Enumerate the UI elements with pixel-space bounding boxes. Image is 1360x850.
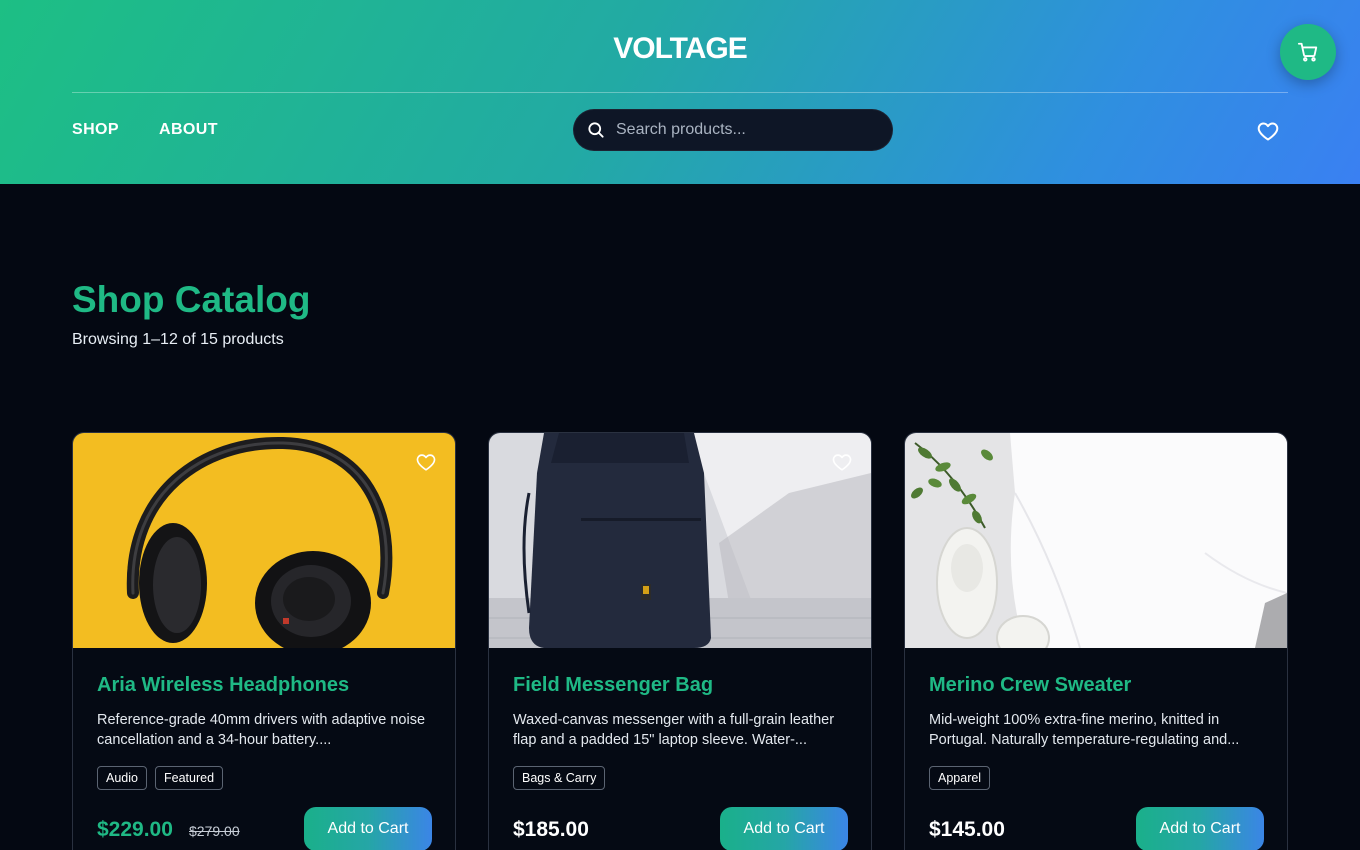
wishlist-button[interactable] [1256, 119, 1280, 143]
add-to-cart-button[interactable]: Add to Cart [1136, 807, 1264, 850]
product-description: Mid-weight 100% extra-fine merino, knitt… [929, 712, 1240, 748]
tag-featured[interactable]: Featured [154, 766, 224, 790]
header-divider [72, 92, 1288, 93]
product-price: $145.00 [929, 818, 1005, 841]
product-card[interactable]: Field Messenger Bag Waxed-canvas messeng… [488, 432, 872, 850]
product-image[interactable] [73, 433, 455, 648]
product-old-price: $279.00 [189, 823, 240, 839]
product-tags: Apparel [929, 766, 991, 790]
page-title: Shop Catalog [72, 279, 311, 320]
nav-shop-link[interactable]: SHOP [72, 121, 119, 139]
product-title[interactable]: Field Messenger Bag [513, 674, 713, 697]
cart-icon [1297, 42, 1318, 62]
card-wishlist-button[interactable] [831, 451, 853, 473]
product-image[interactable] [489, 433, 871, 648]
search-bar[interactable] [573, 109, 893, 151]
product-price: $185.00 [513, 818, 589, 841]
search-input[interactable] [616, 121, 876, 139]
product-card[interactable]: Merino Crew Sweater Mid-weight 100% extr… [904, 432, 1288, 850]
cart-button[interactable] [1280, 24, 1336, 80]
product-tags: Audio Featured [97, 766, 224, 790]
add-to-cart-button[interactable]: Add to Cart [304, 807, 432, 850]
brand-logo[interactable]: VOLTAGE [0, 32, 1360, 66]
card-wishlist-button[interactable] [415, 451, 437, 473]
product-price: $229.00 [97, 818, 173, 841]
tag-audio[interactable]: Audio [97, 766, 147, 790]
tag-apparel[interactable]: Apparel [929, 766, 991, 790]
product-title[interactable]: Merino Crew Sweater [929, 674, 1131, 697]
product-title[interactable]: Aria Wireless Headphones [97, 674, 349, 697]
nav-about-link[interactable]: ABOUT [159, 121, 218, 139]
search-icon [588, 122, 604, 138]
results-count: Browsing 1–12 of 15 products [72, 331, 284, 348]
heart-icon [832, 454, 852, 471]
site-header: VOLTAGE SHOP ABOUT [0, 0, 1360, 184]
product-card[interactable]: Aria Wireless Headphones Reference-grade… [72, 432, 456, 850]
product-description: Waxed-canvas messenger with a full-grain… [513, 712, 835, 748]
heart-icon [416, 454, 436, 471]
add-to-cart-button[interactable]: Add to Cart [720, 807, 848, 850]
product-tags: Bags & Carry [513, 766, 606, 790]
tag-bags-carry[interactable]: Bags & Carry [513, 766, 606, 790]
product-description: Reference-grade 40mm drivers with adapti… [97, 712, 426, 748]
heart-icon [1257, 122, 1279, 141]
product-image[interactable] [905, 433, 1287, 648]
